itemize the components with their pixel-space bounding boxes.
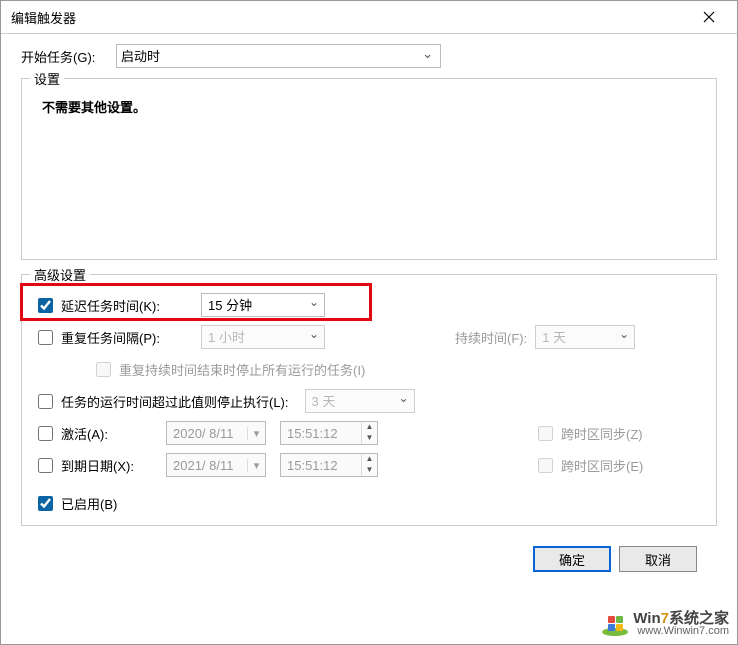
repeat-duration-select[interactable]: 1 天	[535, 325, 635, 349]
spinner-buttons[interactable]: ▲▼	[361, 454, 377, 476]
expire-sync-group: 跨时区同步(E)	[536, 456, 643, 475]
no-settings-text: 不需要其他设置。	[36, 97, 702, 116]
stop-longer-label: 任务的运行时间超过此值则停止执行(L):	[61, 392, 289, 411]
start-task-label: 开始任务(G):	[21, 47, 116, 66]
activate-sync-checkbox[interactable]	[538, 426, 553, 441]
close-button[interactable]	[689, 3, 729, 31]
delay-select[interactable]: 15 分钟	[201, 293, 325, 317]
start-task-select[interactable]: 启动时	[116, 44, 441, 68]
delay-label: 延迟任务时间(K):	[61, 296, 191, 315]
activate-date-picker[interactable]: ▾	[166, 421, 266, 445]
close-icon	[703, 11, 715, 23]
expire-date-input[interactable]	[167, 458, 247, 473]
cancel-button[interactable]: 取消	[619, 546, 697, 572]
stop-longer-row: 任务的运行时间超过此值则停止执行(L): 3 天	[36, 385, 702, 417]
watermark-url: www.Winwin7.com	[633, 625, 729, 638]
expire-checkbox[interactable]	[38, 458, 53, 473]
activate-sync-label: 跨时区同步(Z)	[561, 424, 643, 443]
stop-at-end-row: 重复持续时间结束时停止所有运行的任务(I)	[94, 353, 702, 385]
start-task-row: 开始任务(G): 启动时	[21, 44, 717, 68]
enabled-label: 已启用(B)	[61, 494, 117, 513]
settings-fieldset: 设置 不需要其他设置。	[21, 78, 717, 260]
repeat-checkbox[interactable]	[38, 330, 53, 345]
delay-checkbox[interactable]	[38, 298, 53, 313]
settings-legend: 设置	[30, 69, 64, 88]
expire-label: 到期日期(X):	[61, 456, 156, 475]
stop-at-end-checkbox[interactable]	[96, 362, 111, 377]
calendar-icon: ▾	[247, 427, 265, 440]
watermark-text: Win7系统之家 www.Winwin7.com	[633, 612, 729, 638]
ok-button[interactable]: 确定	[533, 546, 611, 572]
activate-row: 激活(A): ▾ ▲▼ 跨时区同步(Z)	[36, 417, 702, 449]
activate-label: 激活(A):	[61, 424, 156, 443]
activate-time-input[interactable]	[281, 422, 361, 444]
repeat-label: 重复任务间隔(P):	[61, 328, 191, 347]
chevron-down-icon: ▼	[362, 465, 377, 476]
advanced-legend: 高级设置	[30, 265, 90, 284]
activate-date-input[interactable]	[167, 426, 247, 441]
repeat-interval-select[interactable]: 1 小时	[201, 325, 325, 349]
chevron-up-icon: ▲	[362, 422, 377, 433]
repeat-interval-select-wrap: 1 小时	[201, 325, 325, 349]
stop-longer-select[interactable]: 3 天	[305, 389, 415, 413]
delay-select-wrap: 15 分钟	[201, 293, 325, 317]
repeat-row: 重复任务间隔(P): 1 小时 持续时间(F): 1 天	[36, 321, 702, 353]
chevron-down-icon: ▼	[362, 433, 377, 444]
stop-longer-checkbox[interactable]	[38, 394, 53, 409]
dialog-body: 开始任务(G): 启动时 设置 不需要其他设置。 高级设置 延迟任务时间(K):	[1, 33, 737, 644]
expire-sync-label: 跨时区同步(E)	[561, 456, 643, 475]
dialog-footer: 确定 取消	[21, 540, 717, 592]
calendar-icon: ▾	[247, 459, 265, 472]
stop-longer-select-wrap: 3 天	[305, 389, 415, 413]
watermark-logo-icon	[601, 613, 629, 637]
delay-row: 延迟任务时间(K): 15 分钟	[36, 289, 702, 321]
spinner-buttons[interactable]: ▲▼	[361, 422, 377, 444]
expire-time-input[interactable]	[281, 454, 361, 476]
window-title: 编辑触发器	[11, 8, 689, 27]
expire-sync-checkbox[interactable]	[538, 458, 553, 473]
stop-at-end-label: 重复持续时间结束时停止所有运行的任务(I)	[119, 360, 365, 379]
watermark: Win7系统之家 www.Winwin7.com	[601, 612, 729, 638]
edit-trigger-dialog: 编辑触发器 开始任务(G): 启动时 设置 不需要其他设置。 高级设置	[0, 0, 738, 645]
repeat-duration-select-wrap: 1 天	[535, 325, 635, 349]
enabled-row: 已启用(B)	[36, 487, 702, 519]
repeat-duration-label: 持续时间(F):	[455, 328, 527, 347]
advanced-fieldset: 高级设置 延迟任务时间(K): 15 分钟 重复任务间隔(P):	[21, 274, 717, 526]
start-task-select-wrap: 启动时	[116, 44, 441, 68]
activate-time-picker[interactable]: ▲▼	[280, 421, 378, 445]
activate-sync-group: 跨时区同步(Z)	[536, 424, 643, 443]
expire-time-picker[interactable]: ▲▼	[280, 453, 378, 477]
titlebar: 编辑触发器	[1, 1, 737, 33]
enabled-checkbox[interactable]	[38, 496, 53, 511]
expire-row: 到期日期(X): ▾ ▲▼ 跨时区同步(E)	[36, 449, 702, 481]
chevron-up-icon: ▲	[362, 454, 377, 465]
expire-date-picker[interactable]: ▾	[166, 453, 266, 477]
activate-checkbox[interactable]	[38, 426, 53, 441]
